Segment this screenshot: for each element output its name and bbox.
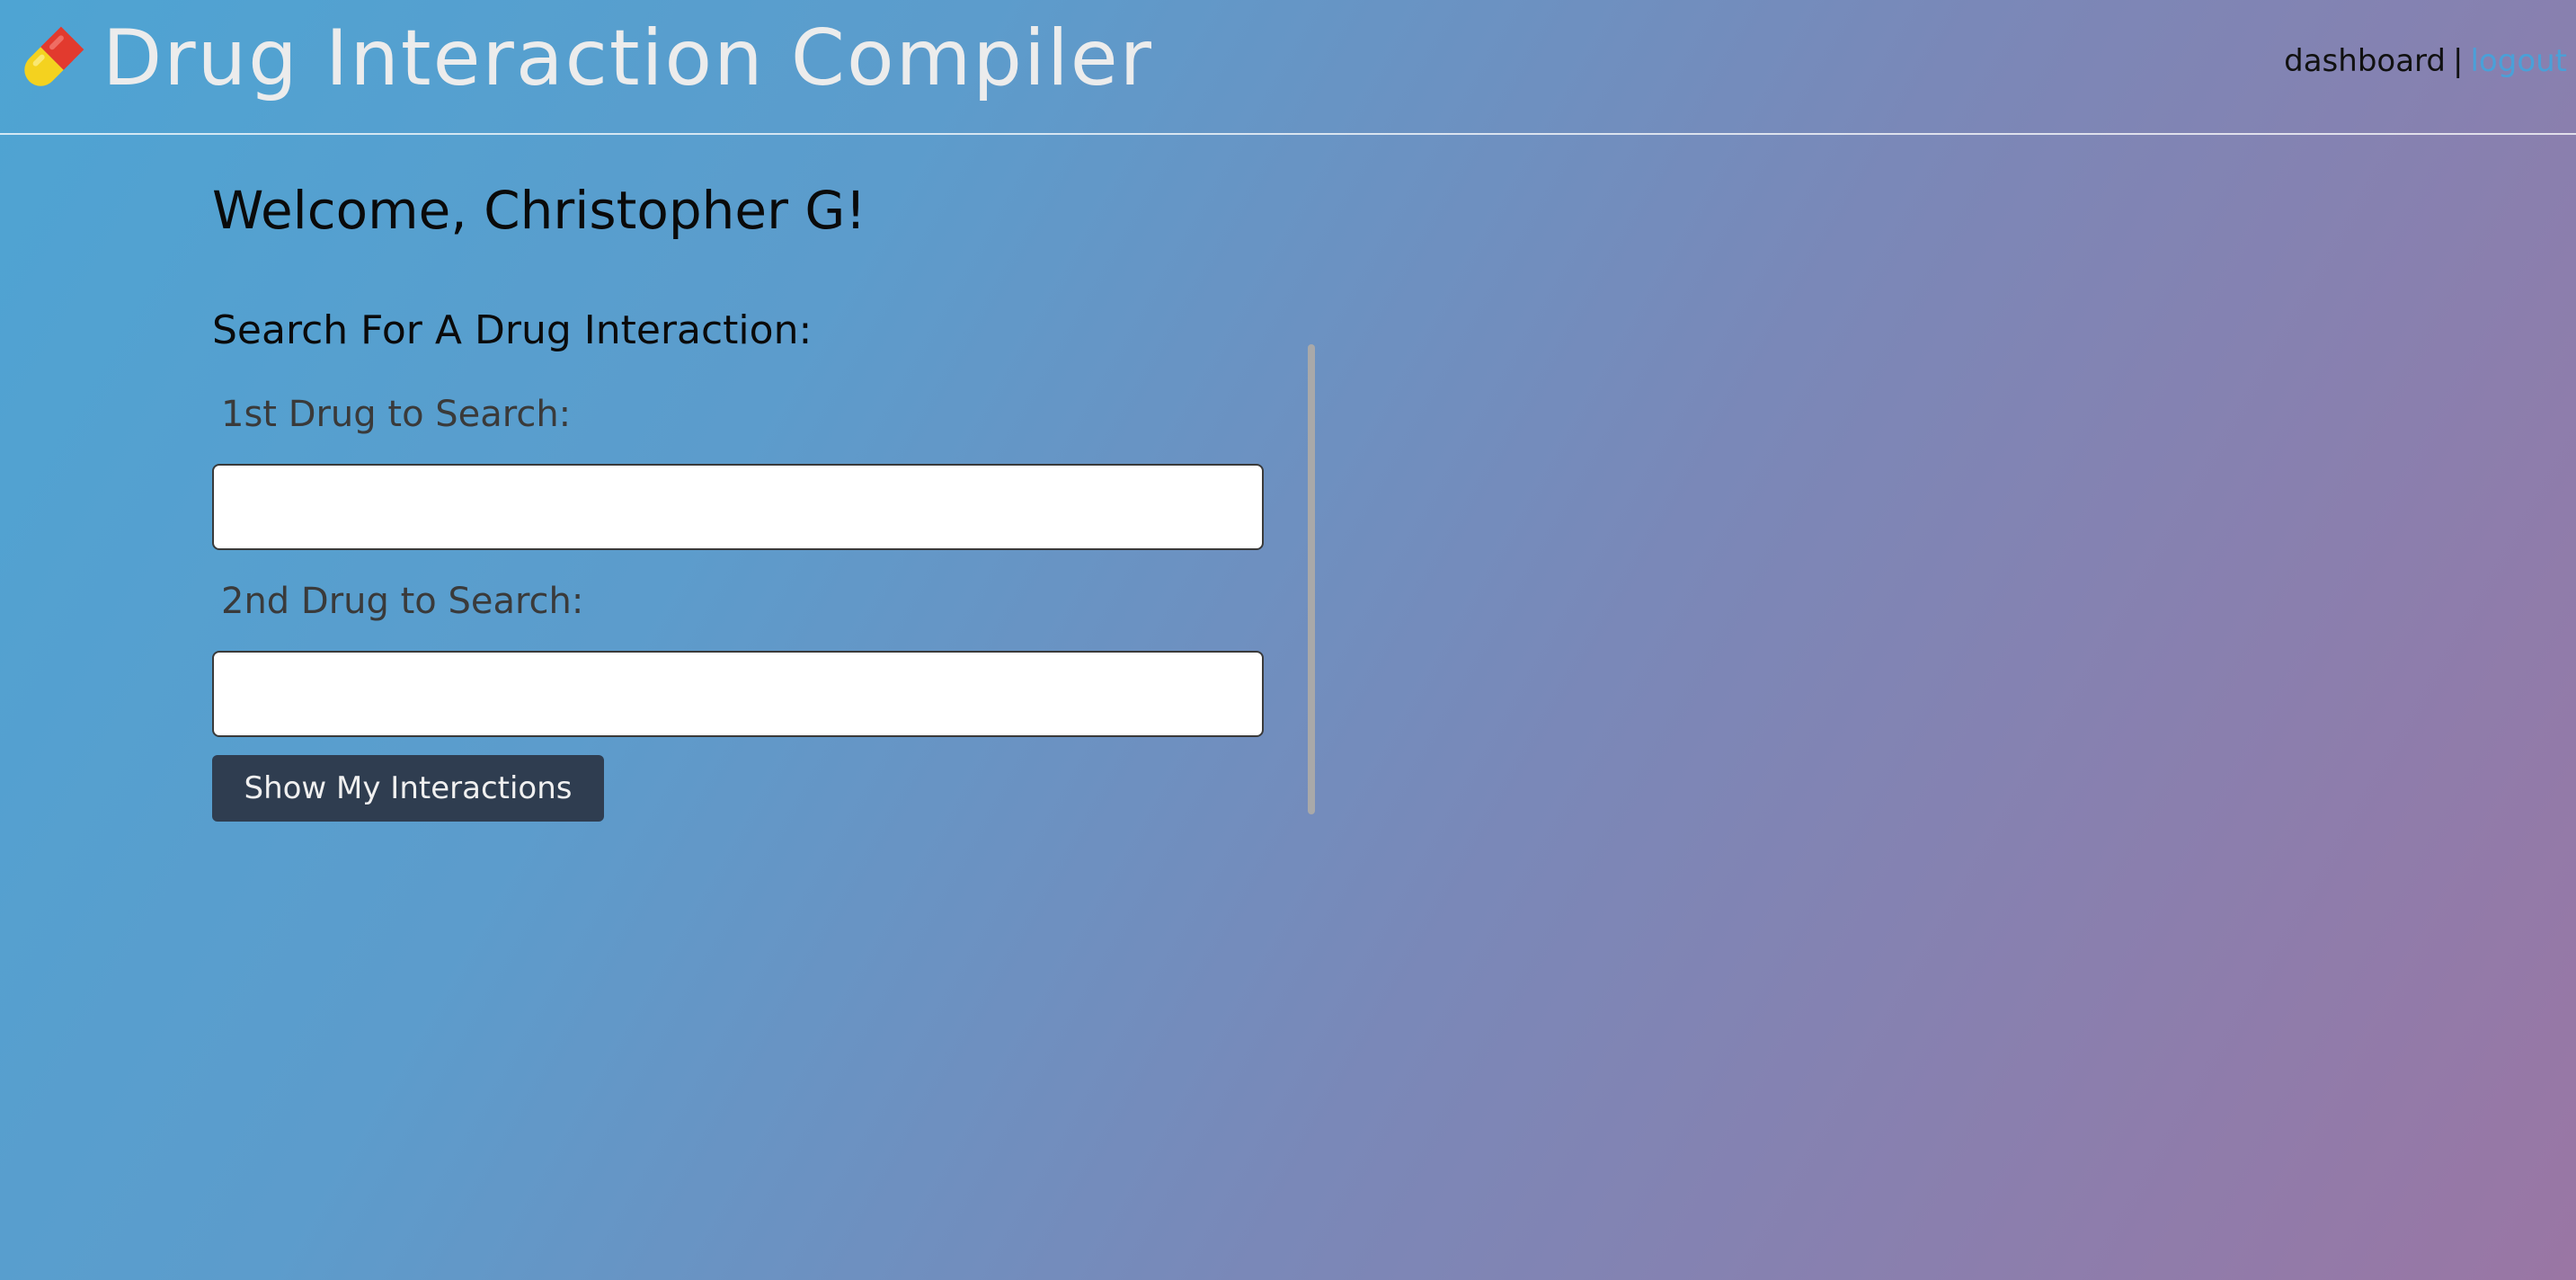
show-interactions-button[interactable]: Show My Interactions	[212, 755, 604, 822]
nav-logout-link[interactable]: logout	[2470, 43, 2567, 79]
drug1-input[interactable]	[212, 464, 1264, 550]
search-heading: Search For A Drug Interaction:	[212, 307, 813, 353]
vertical-divider	[1308, 344, 1315, 814]
search-panel: Welcome, Christopher G! Search For A Dru…	[212, 180, 1318, 822]
drug2-input[interactable]	[212, 651, 1264, 737]
pill-icon	[16, 22, 88, 94]
brand: Drug Interaction Compiler	[16, 9, 1153, 108]
drug1-label: 1st Drug to Search:	[221, 394, 572, 435]
nav-separator: |	[2453, 43, 2464, 79]
drug2-label: 2nd Drug to Search:	[221, 581, 584, 622]
nav-dashboard-link[interactable]: dashboard	[2284, 43, 2446, 79]
welcome-heading: Welcome, Christopher G!	[212, 180, 866, 241]
top-nav: dashboard | logout	[2284, 43, 2567, 79]
app-title: Drug Interaction Compiler	[102, 13, 1154, 103]
app-header: Drug Interaction Compiler dashboard | logo…	[0, 0, 2576, 135]
